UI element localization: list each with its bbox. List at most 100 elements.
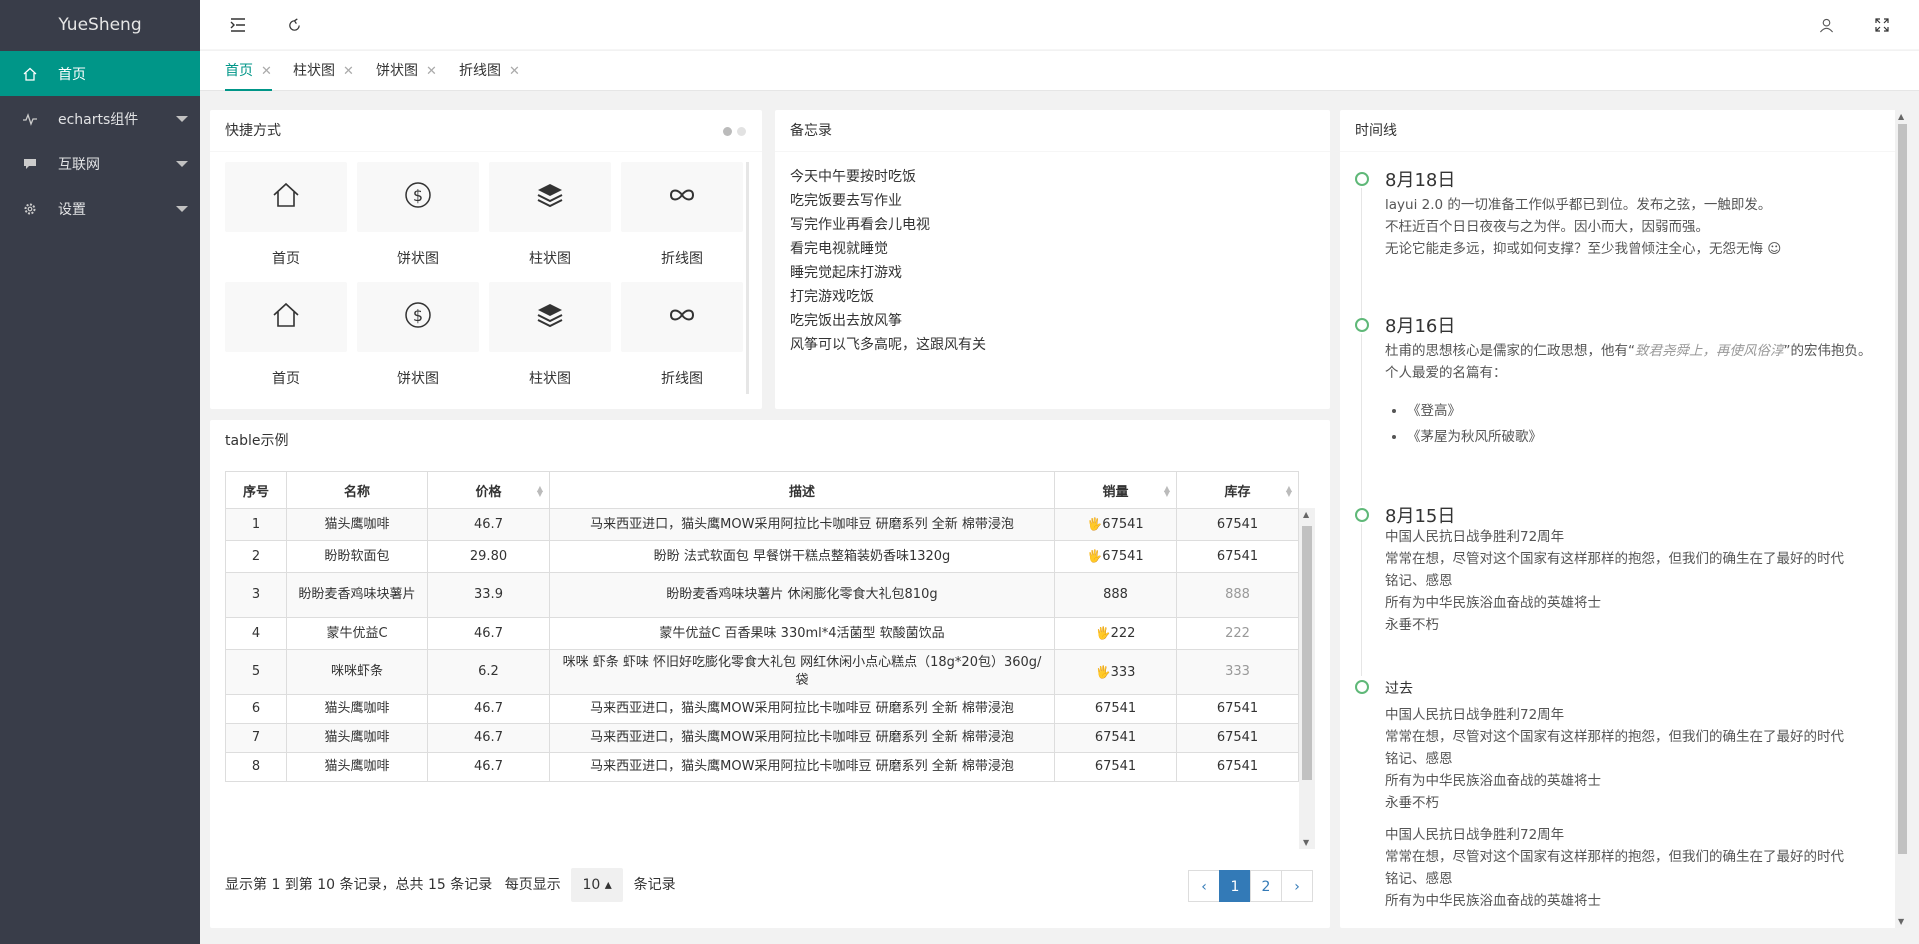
table-row[interactable]: 3 盼盼麦香鸡味块薯片 33.9 盼盼麦香鸡味块薯片 休闲膨化零食大礼包810g 888…	[225, 572, 1299, 618]
timeline-title: 8月15日	[1385, 506, 1456, 527]
timeline-text: 铭记、感恩	[1385, 871, 1453, 887]
home-icon	[22, 66, 38, 82]
timeline-text: 所有为中华民族浴血奋战的英雄将士	[1385, 893, 1601, 909]
shortcut-home[interactable]: 首页	[225, 162, 347, 268]
cell-price: 46.7	[427, 508, 550, 541]
table-row[interactable]: 7 猫头鹰咖啡 46.7 马来西亚进口，猫头鹰MOW采用阿拉比卡咖啡豆 研磨系列 全新…	[225, 723, 1299, 753]
scroll-up-icon[interactable]: ▲	[1303, 510, 1309, 519]
column-header-price[interactable]: 价格 ▲ ▼	[427, 471, 550, 509]
scroll-down-icon[interactable]: ▼	[1303, 838, 1309, 847]
cell-stock: 67541	[1176, 723, 1299, 753]
shortcut-bar-chart[interactable]: 柱状图	[489, 282, 611, 388]
tab-label: 饼状图	[376, 63, 418, 79]
prev-page-button[interactable]: ‹	[1188, 870, 1220, 902]
cell-sales: 🖐333	[1054, 649, 1177, 695]
shortcut-bar-chart[interactable]: 柱状图	[489, 162, 611, 268]
close-icon[interactable]: ✕	[509, 64, 520, 79]
svg-text:$: $	[413, 186, 423, 205]
menu-toggle-icon[interactable]	[228, 15, 248, 35]
table-row[interactable]: 1 猫头鹰咖啡 46.7 马来西亚进口，猫头鹰MOW采用阿拉比卡咖啡豆 研磨系列 全新…	[225, 508, 1299, 541]
shortcut-label: 柱状图	[529, 371, 571, 387]
table-row[interactable]: 2 盼盼软面包 29.80 盼盼 法式软面包 早餐饼干糕点整箱装奶香味1320g 🖐67…	[225, 540, 1299, 573]
table-scrollbar[interactable]: ▲ ▼	[1299, 508, 1315, 849]
cell-price: 46.7	[427, 752, 550, 782]
cell-name: 盼盼麦香鸡味块薯片	[286, 572, 428, 618]
table-row[interactable]: 6 猫头鹰咖啡 46.7 马来西亚进口，猫头鹰MOW采用阿拉比卡咖啡豆 研磨系列 全新…	[225, 694, 1299, 724]
list-item: 《茅屋为秋风所破歌》	[1407, 424, 1875, 450]
close-icon[interactable]: ✕	[261, 64, 272, 79]
memo-list: 今天中午要按时吃饭 吃完饭要去写作业 写完作业再看会儿电视 看完电视就睡觉 睡完…	[775, 152, 1330, 370]
shortcut-line-chart[interactable]: 折线图	[621, 162, 743, 268]
cell-desc: 咪咪 虾条 虾味 怀旧好吃膨化零食大礼包 网红休闲小点心糕点（18g*20包）3…	[549, 649, 1055, 695]
tab-bar-chart[interactable]: 柱状图 ✕	[293, 51, 354, 91]
cell-no: 6	[225, 694, 287, 724]
shortcut-pie-chart[interactable]: $ 饼状图	[357, 282, 479, 388]
table-header-row: 序号 名称 价格 ▲ ▼ 描述 销量 ▲ ▼ 库存 ▲ ▼	[225, 471, 1299, 509]
fire-icon: 🖐	[1087, 517, 1103, 531]
shortcut-line-chart[interactable]: 折线图	[621, 282, 743, 388]
page-size-select[interactable]: 10 ▴	[571, 868, 624, 902]
timeline-dot	[1355, 318, 1369, 332]
column-header-name[interactable]: 名称	[286, 471, 428, 509]
column-header-desc[interactable]: 描述	[549, 471, 1055, 509]
timeline-content: 中国人民抗日战争胜利72周年 常常在想，尽管对这个国家有这样那样的抱怨，但我们的…	[1385, 704, 1875, 912]
shortcut-pie-chart[interactable]: $ 饼状图	[357, 162, 479, 268]
table-card: table示例 序号 名称 价格 ▲ ▼ 描述 销量 ▲ ▼ 库存 ▲ ▼ 1 猫头鹰咖啡 46…	[210, 420, 1330, 928]
tab-line-chart[interactable]: 折线图 ✕	[459, 51, 520, 91]
cell-name: 猫头鹰咖啡	[286, 723, 428, 753]
sidebar-item-internet[interactable]: 互联网	[0, 141, 200, 186]
table-row[interactable]: 4 蒙牛优益C 46.7 蒙牛优益C 百香果味 330ml*4活菌型 软酸菌饮品 🖐22…	[225, 617, 1299, 650]
card-title: 快捷方式	[210, 110, 762, 152]
column-header-no[interactable]: 序号	[225, 471, 287, 509]
shortcut-scrollbar[interactable]	[746, 162, 749, 394]
scrollbar-thumb[interactable]	[1302, 526, 1312, 780]
scrollbar-thumb[interactable]	[1898, 124, 1907, 854]
page-2-button[interactable]: 2	[1250, 870, 1282, 902]
dollar-icon: $	[404, 301, 432, 333]
cell-no: 3	[225, 572, 287, 618]
user-icon[interactable]	[1816, 15, 1836, 35]
tab-home[interactable]: 首页 ✕	[225, 51, 272, 91]
scroll-up-icon[interactable]: ▲	[1898, 112, 1904, 121]
sidebar-item-echarts[interactable]: echarts组件	[0, 96, 200, 141]
tab-pie-chart[interactable]: 饼状图 ✕	[376, 51, 437, 91]
tab-label: 折线图	[459, 63, 501, 79]
next-page-button[interactable]: ›	[1281, 870, 1313, 902]
infinity-icon	[668, 308, 696, 326]
shortcut-home[interactable]: 首页	[225, 282, 347, 388]
carousel-dot[interactable]	[737, 127, 746, 136]
sort-icon[interactable]: ▲ ▼	[1286, 485, 1292, 498]
sidebar-item-settings[interactable]: 设置	[0, 186, 200, 231]
fullscreen-icon[interactable]	[1872, 15, 1892, 35]
cell-name: 猫头鹰咖啡	[286, 752, 428, 782]
chat-icon	[22, 156, 38, 172]
cell-stock: 222	[1176, 617, 1299, 650]
cell-name: 盼盼软面包	[286, 540, 428, 573]
carousel-dot-active[interactable]	[723, 127, 732, 136]
close-icon[interactable]: ✕	[426, 64, 437, 79]
top-header	[200, 0, 1919, 50]
scroll-down-icon[interactable]: ▼	[1898, 917, 1904, 926]
timeline-content: layui 2.0 的一切准备工作似乎都已到位。发布之弦，一触即发。 不枉近百个…	[1385, 194, 1875, 260]
page-1-button[interactable]: 1	[1219, 870, 1251, 902]
dollar-icon: $	[404, 181, 432, 213]
timeline-text: 铭记、感恩	[1385, 573, 1453, 589]
timeline-dot	[1355, 508, 1369, 522]
cell-price: 33.9	[427, 572, 550, 618]
sort-icon[interactable]: ▲ ▼	[1164, 485, 1170, 498]
column-header-sales[interactable]: 销量 ▲ ▼	[1054, 471, 1177, 509]
close-icon[interactable]: ✕	[343, 64, 354, 79]
refresh-icon[interactable]	[284, 15, 304, 35]
column-header-stock[interactable]: 库存 ▲ ▼	[1176, 471, 1299, 509]
list-item: 《登高》	[1407, 398, 1875, 424]
timeline-line	[1361, 524, 1362, 676]
sort-icon[interactable]: ▲ ▼	[537, 485, 543, 498]
memo-item: 写完作业再看会儿电视	[790, 217, 930, 233]
table-row[interactable]: 5 咪咪虾条 6.2 咪咪 虾条 虾味 怀旧好吃膨化零食大礼包 网红休闲小点心糕点（1…	[225, 649, 1299, 695]
gear-icon	[22, 201, 38, 217]
timeline-scrollbar[interactable]: ▲ ▼	[1895, 110, 1910, 928]
table-row[interactable]: 8 猫头鹰咖啡 46.7 马来西亚进口，猫头鹰MOW采用阿拉比卡咖啡豆 研磨系列 全新…	[225, 752, 1299, 782]
sidebar-item-home[interactable]: 首页	[0, 51, 200, 96]
cell-sales: 🖐222	[1054, 617, 1177, 650]
shortcuts-card: 快捷方式 首页 $ 饼状图 柱状图 折线图 首页 $ 饼状图 柱状图 折线图	[210, 110, 762, 409]
